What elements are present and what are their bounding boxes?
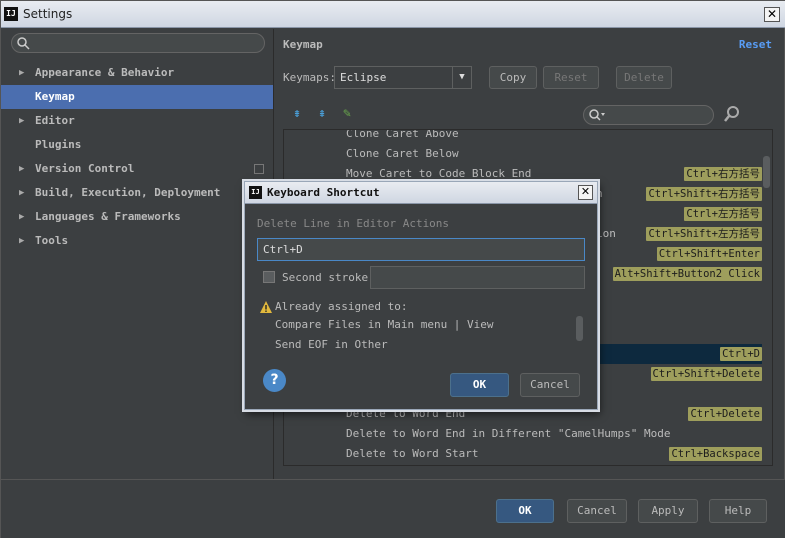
tree-item-editor[interactable]: ▶ Editor xyxy=(1,109,273,133)
settings-window: IJ Settings ✕ ▶ Appearance & Behavior Key… xyxy=(0,0,785,538)
ok-button[interactable]: OK xyxy=(496,499,554,523)
close-window-button[interactable]: ✕ xyxy=(764,7,780,22)
project-settings-icon xyxy=(254,164,264,174)
help-button[interactable]: Help xyxy=(709,499,767,523)
footer: OK Cancel Apply Help xyxy=(1,480,785,538)
panel-title: Keymap xyxy=(283,38,323,51)
tree-item-appearance[interactable]: ▶ Appearance & Behavior xyxy=(1,61,273,85)
expand-arrow-icon: ▶ xyxy=(19,236,25,246)
list-scrollbar[interactable] xyxy=(763,156,770,188)
settings-tree: ▶ Appearance & Behavior Keymap ▶ Editor Pl… xyxy=(1,61,273,253)
first-stroke-input[interactable]: Ctrl+D xyxy=(257,238,585,261)
list-item[interactable]: Delete to Word Start Ctrl+Backspace xyxy=(284,444,762,464)
shortcut-badge: Ctrl+Shift+左方括号 xyxy=(646,227,762,241)
find-by-shortcut-icon[interactable] xyxy=(723,105,741,123)
tree-item-plugins[interactable]: Plugins xyxy=(1,133,273,157)
search-icon xyxy=(17,37,30,50)
close-dialog-button[interactable]: ✕ xyxy=(578,185,593,200)
second-stroke-input[interactable] xyxy=(370,266,585,289)
tree-item-version-control[interactable]: ▶ Version Control xyxy=(1,157,273,181)
second-stroke-checkbox[interactable] xyxy=(263,271,275,283)
intellij-icon: IJ xyxy=(4,7,18,21)
shortcut-badge: Ctrl+左方括号 xyxy=(684,207,762,221)
apply-button[interactable]: Apply xyxy=(638,499,698,523)
warning-icon xyxy=(260,301,272,313)
expand-arrow-icon: ▶ xyxy=(19,68,25,78)
tree-item-build[interactable]: ▶ Build, Execution, Deployment xyxy=(1,181,273,205)
conflict-item: Compare Files in Main menu | View xyxy=(275,318,494,331)
settings-sidebar: ▶ Appearance & Behavior Keymap ▶ Editor Pl… xyxy=(1,29,273,479)
dialog-ok-button[interactable]: OK xyxy=(450,373,509,397)
dialog-cancel-button[interactable]: Cancel xyxy=(520,373,580,397)
title-bar: IJ Settings ✕ xyxy=(1,1,785,28)
cancel-button[interactable]: Cancel xyxy=(567,499,627,523)
expand-arrow-icon: ▶ xyxy=(19,188,25,198)
tree-item-languages[interactable]: ▶ Languages & Frameworks xyxy=(1,205,273,229)
keymap-select[interactable]: Eclipse ▼ xyxy=(334,66,472,89)
expand-all-icon[interactable]: ⇟ xyxy=(289,106,305,122)
dialog-title-bar: IJ Keyboard Shortcut ✕ xyxy=(245,182,597,204)
action-search-input[interactable] xyxy=(583,105,714,125)
list-item[interactable]: Delete to Word End in Different "CamelHu… xyxy=(284,424,762,444)
shortcut-badge: Ctrl+右方括号 xyxy=(684,167,762,181)
collapse-all-icon[interactable]: ⇞ xyxy=(314,106,330,122)
conflict-label: Already assigned to: xyxy=(275,300,408,313)
keyboard-shortcut-dialog: IJ Keyboard Shortcut ✕ Delete Line in Ed… xyxy=(244,181,598,410)
expand-arrow-icon: ▶ xyxy=(19,212,25,222)
reset-link[interactable]: Reset xyxy=(739,38,772,51)
edit-shortcut-icon[interactable]: ✎ xyxy=(339,106,355,122)
intellij-icon: IJ xyxy=(249,186,262,199)
second-stroke-label: Second stroke: xyxy=(282,271,375,284)
reset-button[interactable]: Reset xyxy=(543,66,599,89)
help-icon[interactable]: ? xyxy=(263,369,286,392)
chevron-down-icon: ▼ xyxy=(452,67,471,88)
conflict-scrollbar[interactable] xyxy=(576,316,583,341)
shortcut-badge: Ctrl+Backspace xyxy=(669,447,762,461)
copy-button[interactable]: Copy xyxy=(489,66,537,89)
shortcut-badge: Ctrl+Shift+Delete xyxy=(650,367,762,381)
settings-search-input[interactable] xyxy=(11,33,265,53)
window-title: Settings xyxy=(23,7,73,21)
shortcut-badge: Ctrl+Shift+Enter xyxy=(656,247,762,261)
list-item[interactable]: Clone Caret Below xyxy=(284,144,762,164)
expand-arrow-icon: ▶ xyxy=(19,164,25,174)
shortcut-badge: Alt+Shift+Button2 Click xyxy=(612,267,762,281)
tree-item-tools[interactable]: ▶ Tools xyxy=(1,229,273,253)
list-item[interactable]: Clone Caret Above xyxy=(284,130,762,144)
expand-arrow-icon: ▶ xyxy=(19,116,25,126)
keymaps-label: Keymaps: xyxy=(283,71,336,84)
tree-item-keymap[interactable]: Keymap xyxy=(1,85,273,109)
delete-button[interactable]: Delete xyxy=(616,66,672,89)
search-icon xyxy=(589,109,605,121)
dialog-title: Keyboard Shortcut xyxy=(267,186,380,199)
shortcut-badge: Ctrl+Shift+右方括号 xyxy=(646,187,762,201)
shortcut-badge: Ctrl+Delete xyxy=(688,407,762,421)
conflict-item: Send EOF in Other xyxy=(275,338,388,351)
dialog-subtitle: Delete Line in Editor Actions xyxy=(257,217,450,230)
shortcut-badge: Ctrl+D xyxy=(720,347,762,361)
